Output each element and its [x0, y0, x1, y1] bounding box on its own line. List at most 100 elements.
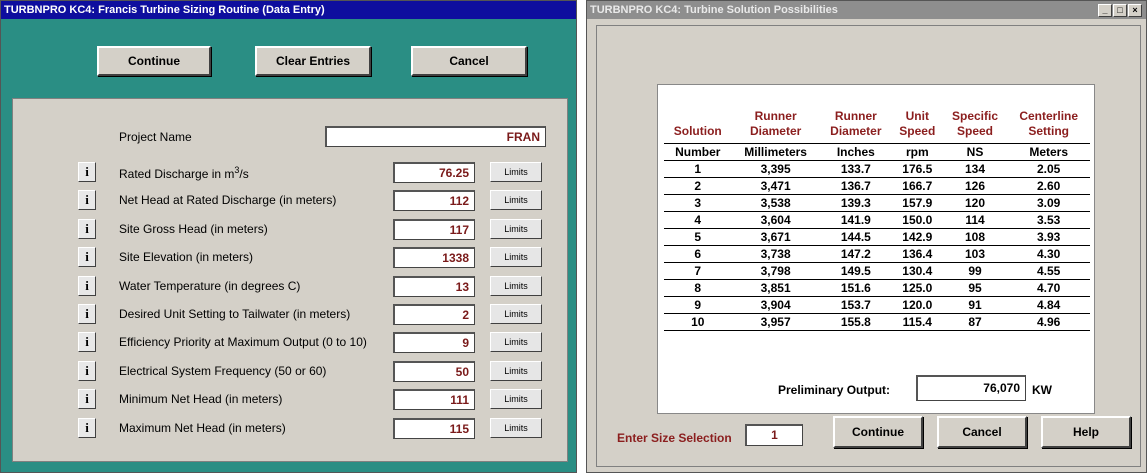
info-icon[interactable]: i	[78, 332, 96, 353]
limits-button[interactable]: Limits	[490, 304, 542, 324]
limits-button[interactable]: Limits	[490, 360, 542, 381]
table-cell: 136.7	[819, 177, 892, 195]
info-icon[interactable]: i	[78, 389, 96, 410]
size-selection-input[interactable]: 1	[745, 424, 803, 446]
limits-button[interactable]: Limits	[490, 162, 542, 182]
field-label: Desired Unit Setting to Tailwater (in me…	[119, 307, 350, 321]
table-row[interactable]: 8 3,851 151.6 125.0 95 4.70	[664, 279, 1090, 297]
table-cell: 134	[942, 160, 1008, 178]
table-cell: 3,798	[731, 262, 820, 280]
info-icon[interactable]: i	[78, 275, 96, 296]
table-cell: 3.93	[1007, 228, 1090, 246]
table-cell: 3	[664, 194, 732, 212]
field-value-input[interactable]: 9	[393, 332, 475, 354]
solutions-table-container: Solution Runner Diameter Runner Diameter Unit…	[657, 84, 1095, 414]
field-label: Site Gross Head (in meters)	[119, 222, 268, 236]
table-row[interactable]: 7 3,798 149.5 130.4 99 4.55	[664, 262, 1090, 280]
limits-button[interactable]: Limits	[490, 332, 542, 353]
table-row[interactable]: 4 3,604 141.9 150.0 114 3.53	[664, 211, 1090, 229]
cancel-button[interactable]: Cancel	[411, 46, 527, 76]
column-header: Unit Speed	[892, 95, 943, 143]
limits-button[interactable]: Limits	[490, 275, 542, 296]
field-value-input[interactable]: 115	[393, 417, 475, 439]
limits-button[interactable]: Limits	[490, 417, 542, 438]
field-value-input[interactable]: 13	[393, 275, 475, 297]
close-icon[interactable]: ×	[1128, 4, 1142, 17]
table-cell: 176.5	[891, 160, 943, 178]
table-cell: 108	[942, 228, 1008, 246]
field-value-input[interactable]: 117	[393, 218, 475, 240]
table-cell: 1	[664, 160, 732, 178]
solutions-panel: Solution Runner Diameter Runner Diameter Unit…	[596, 25, 1141, 467]
table-row[interactable]: 9 3,904 153.7 120.0 91 4.84	[664, 296, 1090, 314]
column-header-line: Centerline	[1019, 108, 1079, 123]
info-icon[interactable]: i	[78, 247, 96, 268]
field-label: Electrical System Frequency (50 or 60)	[119, 364, 326, 378]
table-cell: 166.7	[891, 177, 943, 195]
field-value-input[interactable]: 76.25	[393, 162, 475, 183]
table-cell: 3,957	[731, 313, 820, 331]
info-icon[interactable]: i	[78, 360, 96, 381]
table-cell: 2.60	[1007, 177, 1090, 195]
table-row[interactable]: 3 3,538 139.3 157.9 120 3.09	[664, 194, 1090, 212]
info-icon[interactable]: i	[78, 162, 96, 182]
field-label: Efficiency Priority at Maximum Output (0…	[119, 335, 367, 349]
table-cell: 142.9	[891, 228, 943, 246]
table-cell: 151.6	[819, 279, 892, 297]
table-cell: 115.4	[891, 313, 943, 331]
table-row[interactable]: 2 3,471 136.7 166.7 126 2.60	[664, 177, 1090, 195]
table-cell: 150.0	[891, 211, 943, 229]
field-value-input[interactable]: 2	[393, 304, 475, 325]
table-row[interactable]: 10 3,957 155.8 115.4 87 4.96	[664, 313, 1090, 331]
limits-button[interactable]: Limits	[490, 218, 542, 239]
clear-entries-button[interactable]: Clear Entries	[255, 46, 371, 76]
table-row[interactable]: 1 3,395 133.7 176.5 134 2.05	[664, 160, 1090, 178]
table-cell: 87	[942, 313, 1008, 331]
column-header-line: Diameter	[749, 123, 802, 138]
field-value-input[interactable]: 1338	[393, 247, 475, 269]
window-title: TURBNPRO KC4: Francis Turbine Sizing Rou…	[1, 1, 576, 19]
field-label: Minimum Net Head (in meters)	[119, 392, 282, 406]
field-value-input[interactable]: 111	[393, 389, 475, 411]
field-label-text: Desired Unit Setting to Tailwater (in me…	[119, 307, 351, 321]
table-cell: 114	[942, 211, 1008, 229]
field-label-text: Efficiency Priority at Maximum Output (0…	[119, 335, 367, 350]
help-button[interactable]: Help	[1041, 416, 1131, 448]
minimize-icon[interactable]: _	[1098, 4, 1112, 17]
unit-cell: NS	[942, 142, 1008, 161]
field-value-input[interactable]: 112	[393, 190, 475, 212]
limits-button[interactable]: Limits	[490, 389, 542, 410]
size-selection-label: Enter Size Selection	[617, 431, 732, 445]
table-row[interactable]: 5 3,671 144.5 142.9 108 3.93	[664, 228, 1090, 246]
table-cell: 8	[664, 279, 732, 297]
table-cell: 136.4	[891, 245, 943, 263]
project-name-input[interactable]: FRAN	[325, 126, 546, 147]
info-icon[interactable]: i	[78, 417, 96, 438]
continue-button[interactable]: Continue	[833, 416, 923, 448]
field-label: Maximum Net Head (in meters)	[119, 421, 286, 435]
table-cell: 99	[942, 262, 1008, 280]
limits-button[interactable]: Limits	[490, 190, 542, 211]
table-cell: 3,471	[731, 177, 820, 195]
table-cell: 153.7	[819, 296, 892, 314]
maximize-icon[interactable]: □	[1113, 4, 1127, 17]
field-label: Rated Discharge in m3/s	[119, 165, 249, 181]
limits-button[interactable]: Limits	[490, 247, 542, 268]
table-cell: 7	[664, 262, 732, 280]
field-value-input[interactable]: 50	[393, 360, 475, 382]
continue-button[interactable]: Continue	[97, 46, 211, 76]
table-cell: 125.0	[891, 279, 943, 297]
column-header: Centerline Setting	[1007, 95, 1090, 143]
field-label-text: Site Gross Head (in meters)	[119, 221, 268, 236]
info-icon[interactable]: i	[78, 190, 96, 211]
table-row[interactable]: 6 3,738 147.2 136.4 103 4.30	[664, 245, 1090, 263]
table-cell: 147.2	[819, 245, 892, 263]
info-icon[interactable]: i	[78, 304, 96, 324]
table-cell: 4.55	[1007, 262, 1090, 280]
cancel-button[interactable]: Cancel	[937, 416, 1027, 448]
table-cell: 149.5	[819, 262, 892, 280]
table-cell: 3,738	[731, 245, 820, 263]
info-icon[interactable]: i	[78, 218, 96, 239]
column-header: Specific Speed	[943, 95, 1008, 143]
solutions-window: TURBNPRO KC4: Turbine Solution Possibili…	[586, 0, 1147, 473]
